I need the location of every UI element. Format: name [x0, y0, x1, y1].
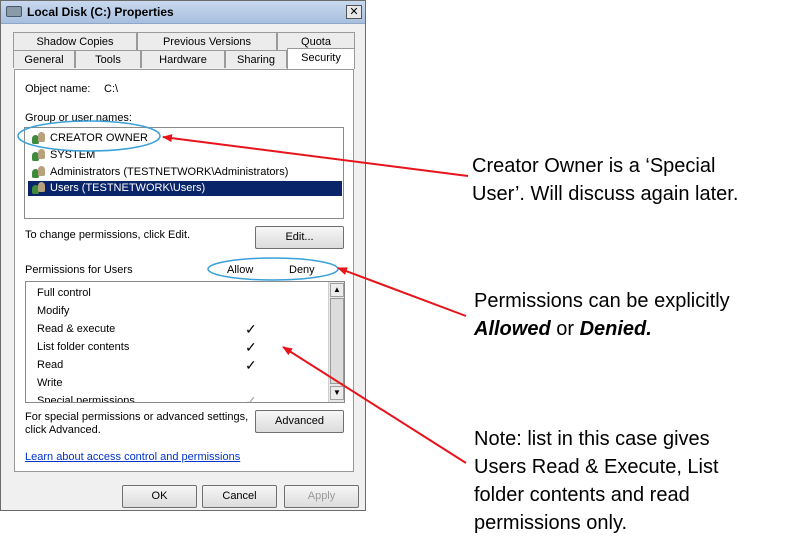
denied-word: Denied.	[579, 318, 652, 340]
creator-owner-highlight	[17, 120, 161, 152]
list-note-line4: permissions only.	[474, 512, 628, 534]
note-arrow	[282, 346, 467, 464]
list-note: Note: list in this case gives Users Read…	[474, 425, 719, 537]
list-note-line2: Users Read & Execute, List	[474, 456, 719, 478]
list-note-line3: folder contents and read	[474, 484, 690, 506]
creator-note-line1: Creator Owner is a ‘Special	[472, 155, 716, 177]
list-note-line1: Note: list in this case gives	[474, 428, 710, 450]
permissions-arrow	[337, 267, 467, 317]
allow-deny-highlight	[207, 257, 339, 281]
creator-owner-note: Creator Owner is a ‘Special User’. Will …	[472, 152, 738, 208]
permissions-note-line1: Permissions can be explicitly	[474, 290, 730, 312]
tab-security[interactable]: Security	[287, 48, 355, 69]
or-word: or	[550, 318, 580, 340]
creator-note-line2: User’. Will discuss again later.	[472, 183, 739, 205]
creator-arrow	[162, 134, 469, 177]
permissions-note-line2: Allowed or Denied.	[474, 315, 730, 343]
allowed-word: Allowed	[474, 318, 551, 340]
permissions-note: Permissions can be explicitly Allowed or…	[474, 287, 730, 343]
